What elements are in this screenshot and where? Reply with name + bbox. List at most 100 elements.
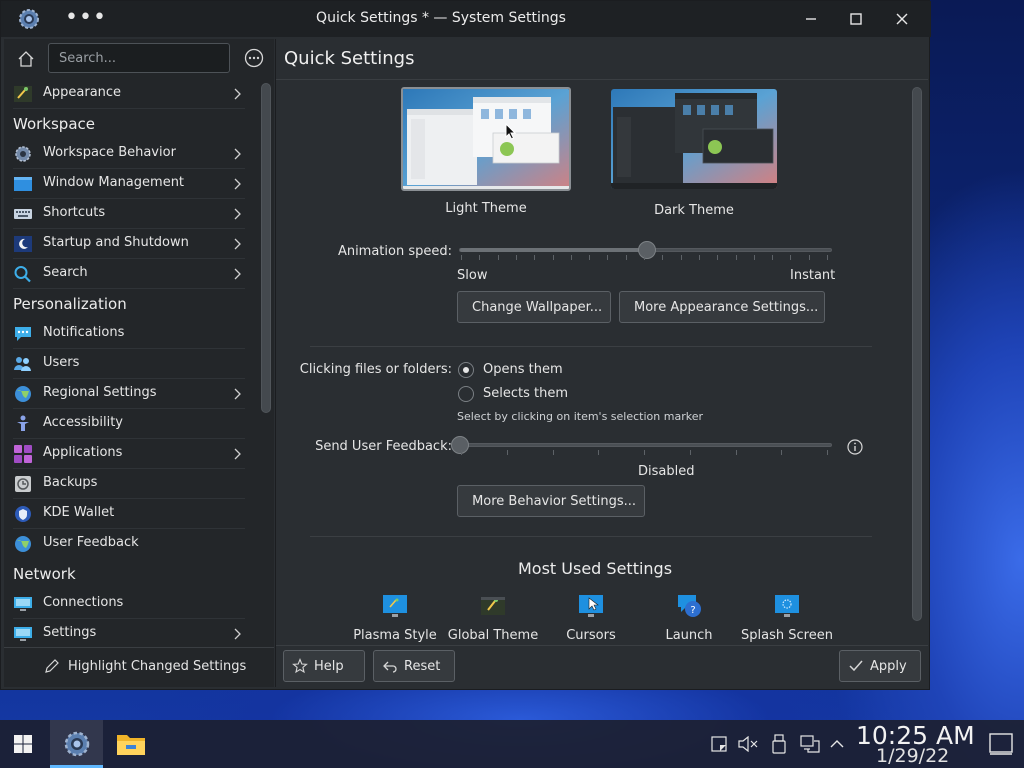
windows-logo-icon: [14, 735, 32, 753]
clock-date[interactable]: 1/29/22: [876, 745, 949, 767]
chevron-right-icon: [234, 88, 241, 100]
sidebar-item-label: Settings: [43, 625, 97, 640]
connections-icon: [14, 597, 32, 611]
sidebar-item-backups[interactable]: Backups: [4, 469, 254, 499]
highlight-changed-settings-button[interactable]: Highlight Changed Settings: [44, 658, 246, 674]
most-used-global-theme[interactable]: Global Theme: [445, 592, 541, 645]
globe-icon: [15, 386, 31, 402]
info-icon[interactable]: [847, 439, 863, 455]
category-personalization: Personalization: [13, 295, 127, 313]
maximize-icon: [850, 13, 862, 25]
sidebar-scrollbar[interactable]: [261, 83, 271, 413]
animation-speed-handle[interactable]: [638, 241, 656, 259]
sidebar-item-applications[interactable]: Applications: [4, 439, 254, 469]
sidebar-item-search[interactable]: Search: [4, 259, 254, 289]
sidebar-item-workspace-behavior[interactable]: Workspace Behavior: [4, 139, 254, 169]
notifications-icon: [15, 327, 31, 341]
most-used-plasma-style[interactable]: Plasma Style: [347, 592, 443, 645]
send-user-feedback-label: Send User Feedback:: [315, 439, 452, 454]
pencil-icon: [45, 659, 59, 673]
slider-tick: [699, 255, 700, 260]
sidebar-item-accessibility[interactable]: Accessibility: [4, 409, 254, 439]
maximize-button[interactable]: [842, 7, 870, 31]
chevron-right-icon: [234, 388, 241, 400]
animation-instant-label: Instant: [790, 268, 836, 283]
divider: [13, 108, 245, 109]
most-used-launch[interactable]: ? Launch: [641, 592, 737, 645]
reset-button[interactable]: Reset: [373, 650, 455, 682]
sidebar-item-settings[interactable]: Settings: [4, 619, 254, 647]
applications-icon: [14, 445, 32, 463]
dark-theme-card[interactable]: Dark Theme: [611, 89, 781, 223]
more-behavior-settings-button[interactable]: More Behavior Settings...: [457, 485, 645, 517]
network-tray-icon[interactable]: [800, 735, 820, 753]
more-appearance-settings-button[interactable]: More Appearance Settings...: [619, 291, 825, 323]
mouse-pointer-icon: [505, 123, 517, 140]
sidebar: Appearance Workspace Workspace Behavior …: [4, 39, 274, 687]
sidebar-item-label: Window Management: [43, 175, 185, 190]
sidebar-header: [4, 39, 274, 77]
light-theme-card[interactable]: Light Theme: [401, 87, 571, 221]
slider-tick: [461, 450, 462, 455]
chevron-right-icon: [234, 238, 241, 250]
chevron-right-icon: [234, 628, 241, 640]
home-button[interactable]: [14, 47, 38, 71]
selection-marker-hint: Select by clicking on item's selection m…: [457, 410, 703, 423]
animation-speed-fill: [460, 248, 647, 252]
light-theme-thumbnail: [403, 89, 569, 189]
search-input[interactable]: [48, 43, 230, 73]
most-used-cursors[interactable]: Cursors: [543, 592, 639, 645]
title-bar[interactable]: ••• Quick Settings * — System Settings: [1, 1, 931, 37]
checkmark-icon: [849, 660, 863, 672]
start-button[interactable]: [0, 720, 46, 768]
launch-help-icon: ?: [678, 595, 701, 617]
sidebar-item-appearance[interactable]: Appearance: [4, 79, 254, 109]
sidebar-item-notifications[interactable]: Notifications: [4, 319, 254, 349]
sidebar-item-window-management[interactable]: Window Management: [4, 169, 254, 199]
sidebar-footer: Highlight Changed Settings: [4, 647, 274, 687]
sidebar-menu-icon[interactable]: [244, 48, 264, 68]
help-button[interactable]: Help: [283, 650, 365, 682]
category-workspace: Workspace: [13, 115, 95, 133]
sidebar-item-shortcuts[interactable]: Shortcuts: [4, 199, 254, 229]
user-feedback-slider[interactable]: [451, 436, 832, 454]
notification-center-icon[interactable]: [988, 732, 1014, 756]
slider-tick: [571, 255, 572, 260]
minimize-button[interactable]: [797, 7, 825, 31]
volume-muted-icon[interactable]: [738, 736, 760, 752]
taskbar-file-explorer[interactable]: [106, 720, 156, 768]
dark-theme-preview: [611, 89, 777, 189]
sidebar-item-user-feedback[interactable]: User Feedback: [4, 529, 254, 559]
sidebar-item-regional-settings[interactable]: Regional Settings: [4, 379, 254, 409]
chevron-right-icon: [234, 148, 241, 160]
content-scrollbar[interactable]: [912, 87, 922, 621]
most-used-splash-screen[interactable]: Splash Screen: [739, 592, 835, 645]
most-used-label: Launch: [665, 628, 713, 643]
slider-tick: [589, 255, 590, 260]
sidebar-item-label: User Feedback: [43, 535, 139, 550]
plasma-style-icon: [383, 595, 407, 617]
chevron-up-icon[interactable]: [830, 738, 844, 750]
change-wallpaper-label: Change Wallpaper...: [472, 299, 603, 315]
opens-them-radio[interactable]: [458, 362, 474, 378]
sidebar-item-connections[interactable]: Connections: [4, 589, 254, 619]
selects-them-label[interactable]: Selects them: [483, 386, 568, 401]
sidebar-item-users[interactable]: Users: [4, 349, 254, 379]
animation-speed-slider[interactable]: [459, 241, 832, 259]
more-appearance-settings-label: More Appearance Settings...: [634, 299, 819, 315]
opens-them-label[interactable]: Opens them: [483, 362, 563, 377]
user-feedback-handle[interactable]: [451, 436, 469, 454]
usb-device-icon[interactable]: [770, 734, 788, 754]
sidebar-item-startup-and-shutdown[interactable]: Startup and Shutdown: [4, 229, 254, 259]
change-wallpaper-button[interactable]: Change Wallpaper...: [457, 291, 611, 323]
notes-tray-icon[interactable]: [711, 736, 727, 752]
slider-tick: [553, 450, 554, 455]
taskbar-system-settings[interactable]: [50, 720, 103, 768]
sidebar-item-kde-wallet[interactable]: KDE Wallet: [4, 499, 254, 529]
slider-tick: [461, 255, 462, 260]
apply-button[interactable]: Apply: [839, 650, 921, 682]
close-button[interactable]: [888, 7, 916, 31]
sidebar-item-label: Startup and Shutdown: [43, 235, 189, 250]
reset-icon: [383, 661, 397, 673]
selects-them-radio[interactable]: [458, 386, 474, 402]
